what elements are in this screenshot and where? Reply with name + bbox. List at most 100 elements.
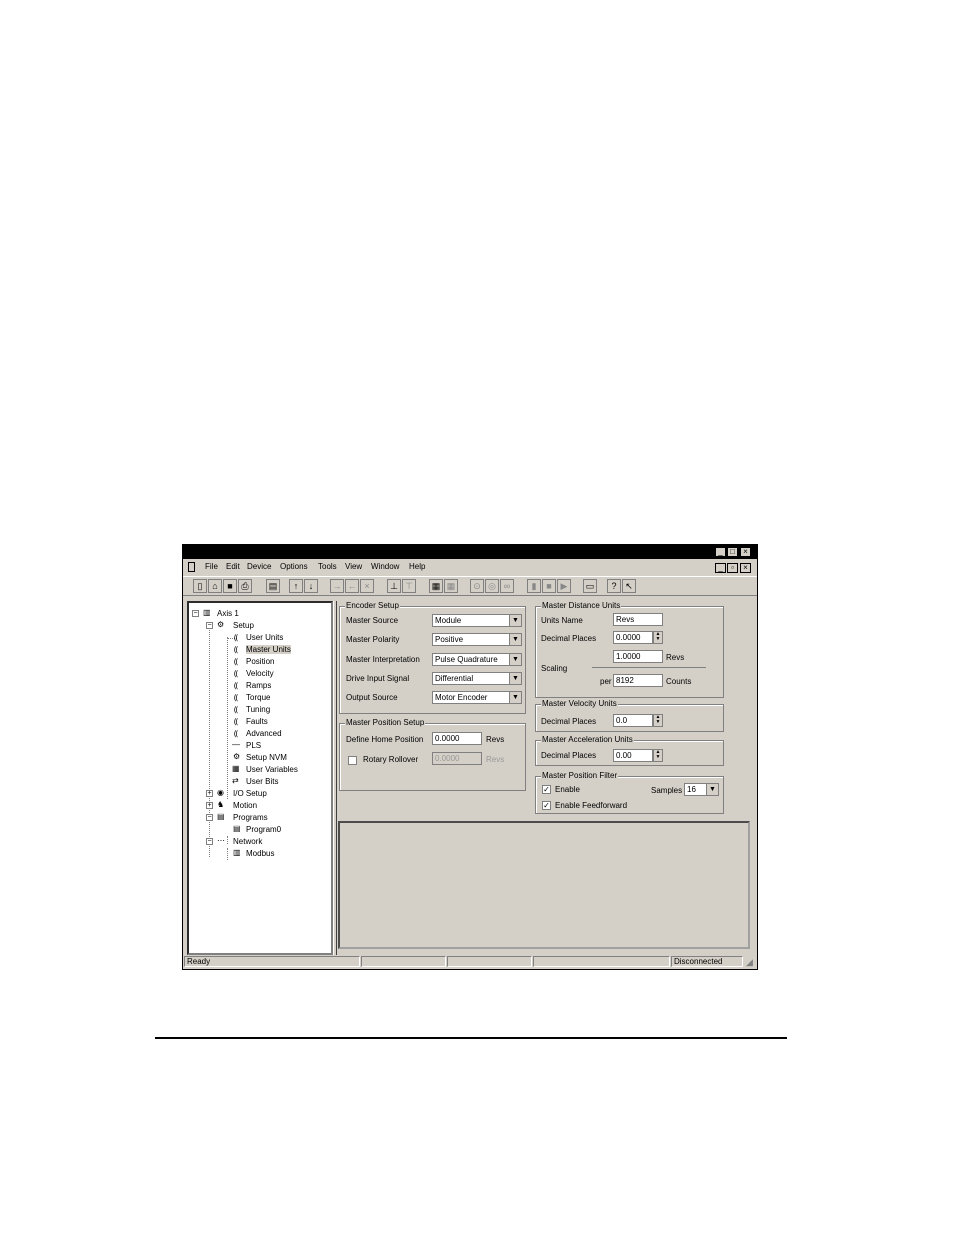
print-icon[interactable]: ⎙: [238, 579, 252, 593]
tree-item-user-units[interactable]: User Units: [246, 633, 283, 642]
pane-splitter[interactable]: [333, 601, 337, 955]
child-close-button[interactable]: ×: [740, 563, 751, 573]
samples-select[interactable]: 16 ▼: [684, 783, 719, 796]
insert-before-icon[interactable]: ←: [345, 579, 359, 593]
tree-item-setup-nvm[interactable]: Setup NVM: [246, 753, 287, 762]
zoom-icon[interactable]: ⊙: [470, 579, 484, 593]
tree-item-program0[interactable]: Program0: [246, 825, 281, 834]
tree-item-pls[interactable]: PLS: [246, 741, 261, 750]
child-minimize-button[interactable]: _: [715, 563, 726, 573]
watch-icon[interactable]: ∞: [500, 579, 514, 593]
tree-item-io-setup[interactable]: I/O Setup: [233, 789, 267, 798]
enable-feedforward-checkbox[interactable]: ✓: [542, 801, 551, 810]
tree-item-motion[interactable]: Motion: [233, 801, 257, 810]
window-icon[interactable]: ▭: [583, 579, 597, 593]
units-name-input[interactable]: Revs: [613, 613, 663, 626]
stop-icon[interactable]: ■: [542, 579, 556, 593]
io-icon: ◉: [217, 788, 224, 797]
menu-help[interactable]: Help: [409, 562, 425, 571]
resize-grip-icon[interactable]: ◢: [746, 957, 753, 968]
master-interpretation-select[interactable]: Pulse Quadrature ▼: [432, 653, 522, 666]
master-source-label: Master Source: [346, 616, 399, 625]
tree-item-torque[interactable]: Torque: [246, 693, 270, 702]
velocity-decimal-spinner[interactable]: ▲ ▼: [653, 714, 663, 727]
tree-item-ramps[interactable]: Ramps: [246, 681, 271, 690]
move-down-icon[interactable]: ⊤: [402, 579, 416, 593]
acceleration-decimal-spinner[interactable]: ▲ ▼: [653, 749, 663, 762]
acceleration-decimal-places-input[interactable]: 0.00: [613, 749, 653, 762]
tree-item-tuning[interactable]: Tuning: [246, 705, 270, 714]
tree-item-advanced[interactable]: Advanced: [246, 729, 282, 738]
scaling-revs-input[interactable]: 1.0000: [613, 650, 663, 663]
menu-device[interactable]: Device: [247, 562, 271, 571]
insert-after-icon[interactable]: →: [330, 579, 344, 593]
master-acceleration-units-group: Master Acceleration Units Decimal Places…: [535, 735, 724, 766]
close-button[interactable]: ×: [740, 547, 751, 557]
rotary-rollover-checkbox[interactable]: [348, 756, 357, 765]
units-name-label: Units Name: [541, 616, 583, 625]
move-up-icon[interactable]: ⊥: [387, 579, 401, 593]
define-home-position-input[interactable]: 0.0000: [432, 732, 482, 745]
child-restore-button[interactable]: ▫: [727, 563, 738, 573]
properties-icon[interactable]: ▤: [266, 579, 280, 593]
context-help-icon[interactable]: ↖: [622, 579, 636, 593]
download-icon[interactable]: ↓: [304, 579, 318, 593]
master-polarity-select[interactable]: Positive ▼: [432, 633, 522, 646]
monitor-icon[interactable]: ◎: [485, 579, 499, 593]
tree-item-setup[interactable]: Setup: [233, 621, 254, 630]
compile-icon[interactable]: ▦: [429, 579, 443, 593]
tree-item-velocity[interactable]: Velocity: [246, 669, 274, 678]
master-source-select[interactable]: Module ▼: [432, 614, 522, 627]
delete-icon[interactable]: ×: [360, 579, 374, 593]
tree-item-programs[interactable]: Programs: [233, 813, 268, 822]
application-window: _ □ × File Edit Device Options Tools Vie…: [182, 544, 758, 970]
run-icon[interactable]: ▮: [527, 579, 541, 593]
compile-all-icon[interactable]: ▦: [444, 579, 458, 593]
tree-item-master-units[interactable]: Master Units: [246, 645, 291, 654]
tree-item-user-bits[interactable]: User Bits: [246, 777, 278, 786]
tree-item-axis-1[interactable]: Axis 1: [217, 609, 239, 618]
new-file-icon[interactable]: ▯: [193, 579, 207, 593]
param-icon: ⸨: [234, 645, 239, 654]
param-icon: ⸨: [234, 633, 239, 642]
drive-input-signal-select[interactable]: Differential ▼: [432, 672, 522, 685]
upload-icon[interactable]: ↑: [289, 579, 303, 593]
pause-icon[interactable]: ▶: [557, 579, 571, 593]
tree-expander-programs[interactable]: −: [206, 814, 213, 821]
tree-item-modbus[interactable]: Modbus: [246, 849, 274, 858]
save-icon[interactable]: ■: [223, 579, 237, 593]
help-icon[interactable]: ?: [607, 579, 621, 593]
master-position-filter-title: Master Position Filter: [541, 771, 619, 780]
menu-tools[interactable]: Tools: [318, 562, 337, 571]
minimize-button[interactable]: _: [715, 547, 726, 557]
rotary-rollover-unit: Revs: [486, 755, 505, 764]
per-counts-input[interactable]: 8192: [613, 674, 663, 687]
tree-item-network[interactable]: Network: [233, 837, 262, 846]
menu-edit[interactable]: Edit: [226, 562, 240, 571]
status-pane-2: [361, 956, 446, 967]
maximize-button[interactable]: □: [727, 547, 738, 557]
tree-item-position[interactable]: Position: [246, 657, 274, 666]
encoder-setup-title: Encoder Setup: [345, 601, 400, 610]
filter-enable-checkbox[interactable]: ✓: [542, 785, 551, 794]
tree-item-user-variables[interactable]: User Variables: [246, 765, 298, 774]
distance-decimal-places-input[interactable]: 0.0000: [613, 631, 653, 644]
nvm-icon: ⚙: [233, 752, 241, 761]
open-folder-icon[interactable]: ⌂: [208, 579, 222, 593]
tree-expander-motion[interactable]: +: [206, 802, 213, 809]
tree-expander-setup[interactable]: −: [206, 622, 213, 629]
tree-expander-io-setup[interactable]: +: [206, 790, 213, 797]
tree-expander-axis[interactable]: −: [192, 610, 199, 617]
acceleration-decimal-places-label: Decimal Places: [541, 751, 597, 760]
tree-item-faults[interactable]: Faults: [246, 717, 268, 726]
menu-window[interactable]: Window: [371, 562, 399, 571]
distance-decimal-spinner[interactable]: ▲ ▼: [653, 631, 663, 644]
menu-options[interactable]: Options: [280, 562, 308, 571]
menu-file[interactable]: File: [205, 562, 218, 571]
scaling-revs-unit: Revs: [666, 653, 685, 662]
output-source-select[interactable]: Motor Encoder ▼: [432, 691, 522, 704]
velocity-decimal-places-input[interactable]: 0.0: [613, 714, 653, 727]
tree-expander-network[interactable]: −: [206, 838, 213, 845]
menu-view[interactable]: View: [345, 562, 362, 571]
setup-icon: ⚙: [217, 620, 225, 629]
